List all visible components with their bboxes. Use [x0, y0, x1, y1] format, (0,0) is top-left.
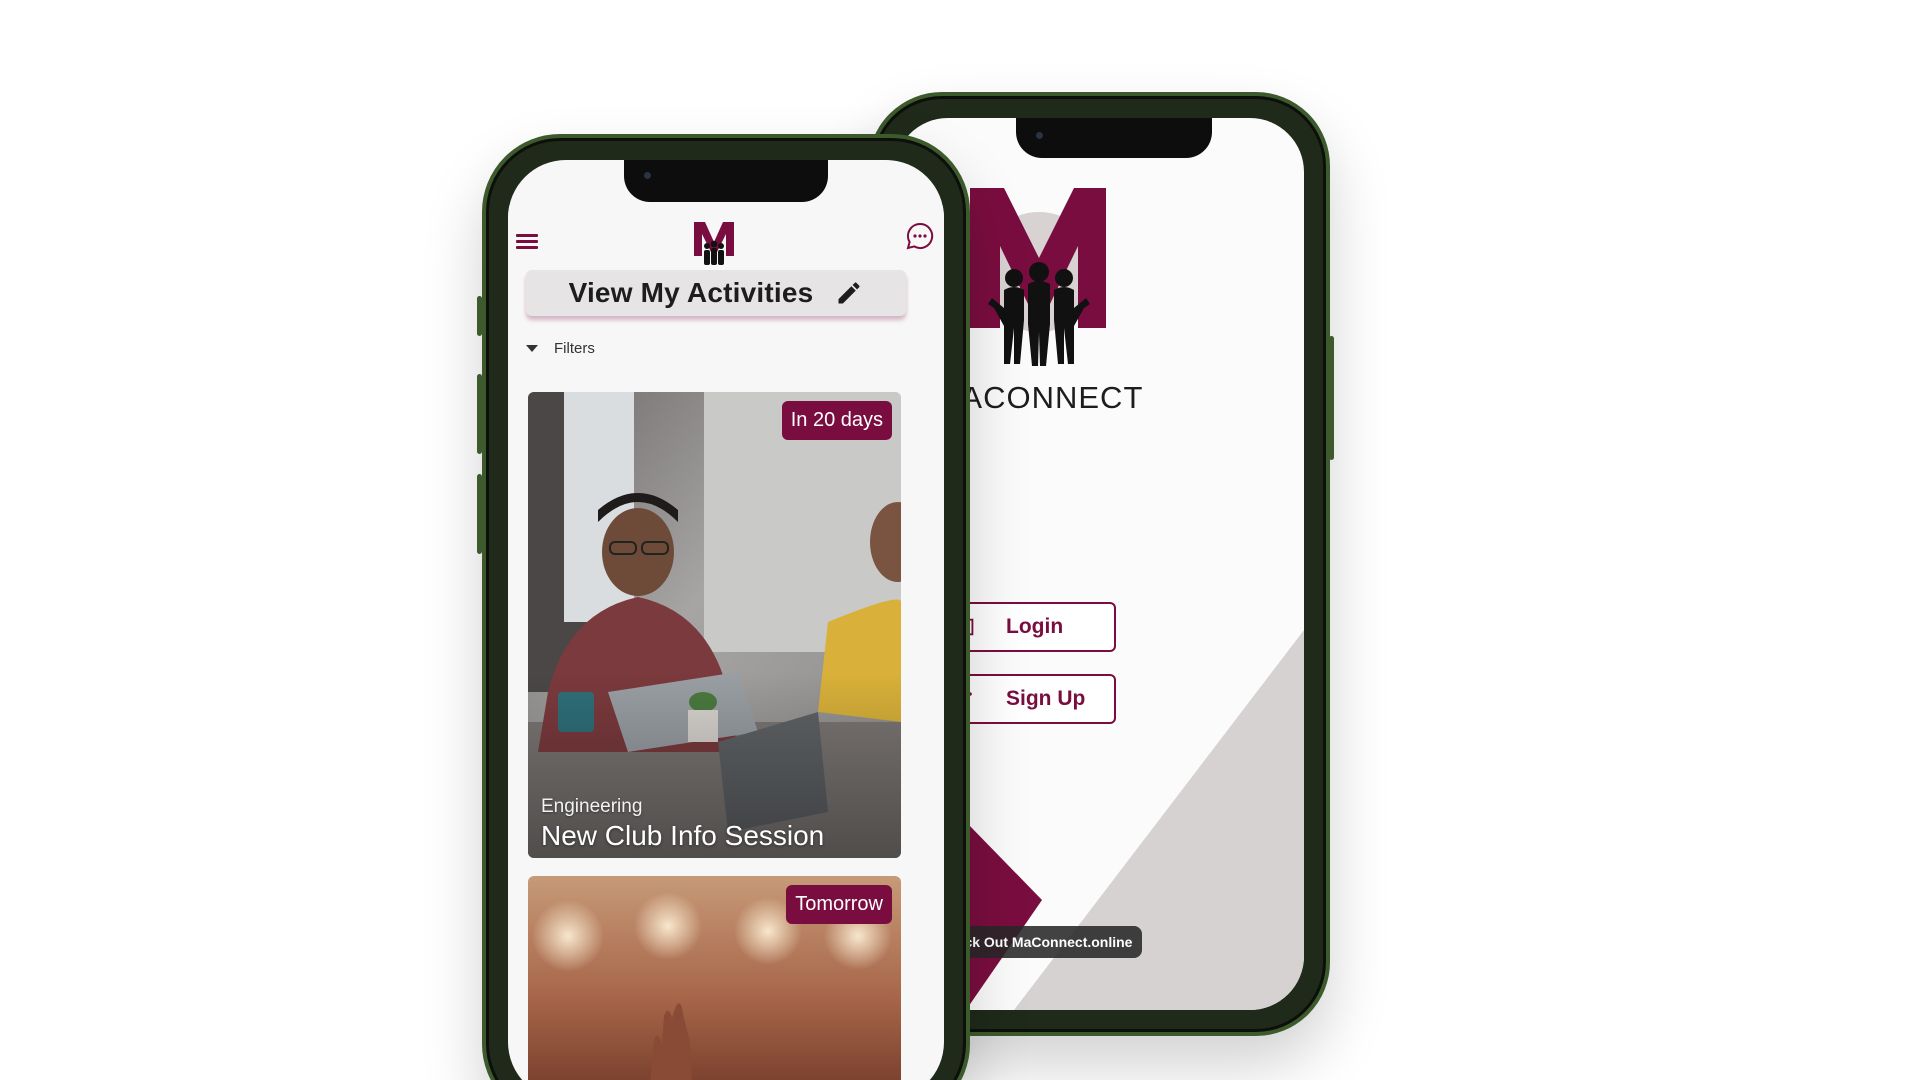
- activities-screen: View My Activities Filters In 20 days En…: [508, 160, 944, 1080]
- activity-card[interactable]: Tomorrow: [528, 876, 901, 1080]
- app-bar: [508, 206, 944, 268]
- menu-icon[interactable]: [516, 234, 538, 253]
- phone-notch: [1016, 118, 1212, 158]
- caret-down-icon: [526, 344, 538, 352]
- chat-bubble-icon[interactable]: [904, 220, 936, 252]
- side-button: [477, 374, 482, 454]
- front-camera: [1036, 132, 1043, 139]
- activity-photo: [528, 392, 901, 858]
- side-button: [1329, 336, 1334, 460]
- app-logo[interactable]: [692, 216, 736, 266]
- page-title-bar: View My Activities: [526, 270, 906, 316]
- side-button: [477, 474, 482, 554]
- front-camera: [644, 172, 651, 179]
- signup-button-label: Sign Up: [1006, 687, 1086, 710]
- card-category: Engineering: [541, 796, 643, 817]
- filters-toggle[interactable]: Filters: [526, 336, 595, 360]
- date-badge: In 20 days: [781, 401, 892, 440]
- phone-notch: [624, 160, 828, 202]
- edit-pencil-icon[interactable]: [835, 279, 863, 307]
- date-badge: Tomorrow: [786, 885, 892, 924]
- filters-label: Filters: [554, 339, 595, 357]
- activity-card[interactable]: In 20 days Engineering New Club Info Ses…: [528, 392, 901, 858]
- maconnect-logo: [970, 188, 1106, 366]
- card-title: New Club Info Session: [541, 820, 825, 851]
- side-button: [477, 296, 482, 336]
- login-button-label: Login: [1006, 615, 1064, 638]
- page-title: View My Activities: [568, 277, 814, 308]
- stage: MACONNECT Login Sign Up Check Out MaConn…: [0, 0, 1920, 1080]
- activities-phone: View My Activities Filters In 20 days En…: [477, 134, 970, 1080]
